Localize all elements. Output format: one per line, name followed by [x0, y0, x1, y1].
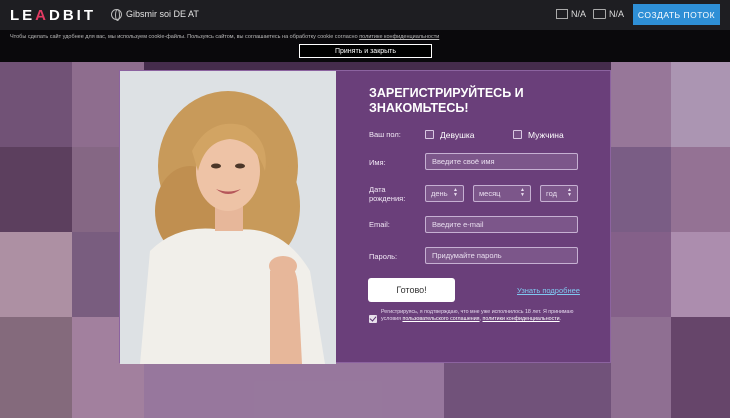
accept-cookies-button[interactable]: Принять и закрыть — [299, 44, 432, 58]
password-input[interactable]: Придумайте пароль — [425, 247, 578, 264]
gender-male-label[interactable]: Мужчина — [528, 130, 564, 140]
woman-photo-illustration — [120, 71, 336, 364]
user-agreement-link[interactable]: пользовательского соглашения — [402, 316, 479, 322]
password-label: Пароль: — [369, 252, 398, 261]
birth-month-select[interactable]: месяц ▲ ▼ — [473, 185, 531, 202]
name-input[interactable]: Введите своё имя — [425, 153, 578, 170]
name-label: Имя: — [369, 158, 386, 167]
lander-name: Gibsmir soi DE AT — [126, 9, 199, 19]
woman-photo — [120, 71, 336, 364]
gender-female-label[interactable]: Девушка — [440, 130, 475, 140]
privacy-policy-link[interactable]: политике конфиденциальности — [359, 34, 439, 40]
stepper-icon: ▲ ▼ — [567, 187, 572, 198]
desktop-icon[interactable] — [556, 9, 568, 19]
agree-checkbox[interactable] — [369, 315, 377, 323]
submit-button[interactable]: Готово! — [368, 278, 455, 302]
birth-year-select[interactable]: год ▲ ▼ — [540, 185, 578, 202]
registration-modal: ЗАРЕГИСТРИРУЙТЕСЬ И ЗНАКОМЬТЕСЬ! Ваш пол… — [119, 70, 612, 364]
learn-more-link[interactable]: Узнать подробнее — [517, 286, 580, 295]
birth-date-label: Дата рождения: — [369, 185, 406, 203]
leadbit-logo[interactable]: LEADBIT — [10, 7, 96, 24]
birth-day-select[interactable]: день ▲ ▼ — [425, 185, 464, 202]
gender-male-checkbox[interactable] — [513, 130, 522, 139]
tablet-label: N/A — [609, 9, 625, 19]
privacy-link[interactable]: политики конфиденциальности — [483, 316, 560, 322]
cookie-banner: Чтобы сделать сайт удобнее для вас, мы и… — [0, 30, 730, 62]
stepper-icon: ▲ ▼ — [453, 187, 458, 198]
create-stream-button[interactable]: СОЗДАТЬ ПОТОК — [633, 4, 720, 25]
gender-label: Ваш пол: — [369, 130, 401, 139]
tablet-icon[interactable] — [593, 9, 606, 19]
cookie-text: Чтобы сделать сайт удобнее для вас, мы и… — [10, 34, 440, 40]
agree-text: Регистрируясь, я подтверждаю, что мне уж… — [381, 309, 574, 322]
globe-icon — [111, 9, 122, 21]
form-title: ЗАРЕГИСТРИРУЙТЕСЬ И ЗНАКОМЬТЕСЬ! — [369, 86, 524, 115]
gender-female-checkbox[interactable] — [425, 130, 434, 139]
email-input[interactable]: Введите e-mail — [425, 216, 578, 233]
email-label: Email: — [369, 220, 390, 229]
desktop-label: N/A — [571, 9, 587, 19]
stepper-icon: ▲ ▼ — [520, 187, 525, 198]
registration-form: ЗАРЕГИСТРИРУЙТЕСЬ И ЗНАКОМЬТЕСЬ! Ваш пол… — [336, 71, 612, 364]
top-bar: LEADBIT Gibsmir soi DE AT N/A N/A СОЗДАТ… — [0, 0, 730, 30]
